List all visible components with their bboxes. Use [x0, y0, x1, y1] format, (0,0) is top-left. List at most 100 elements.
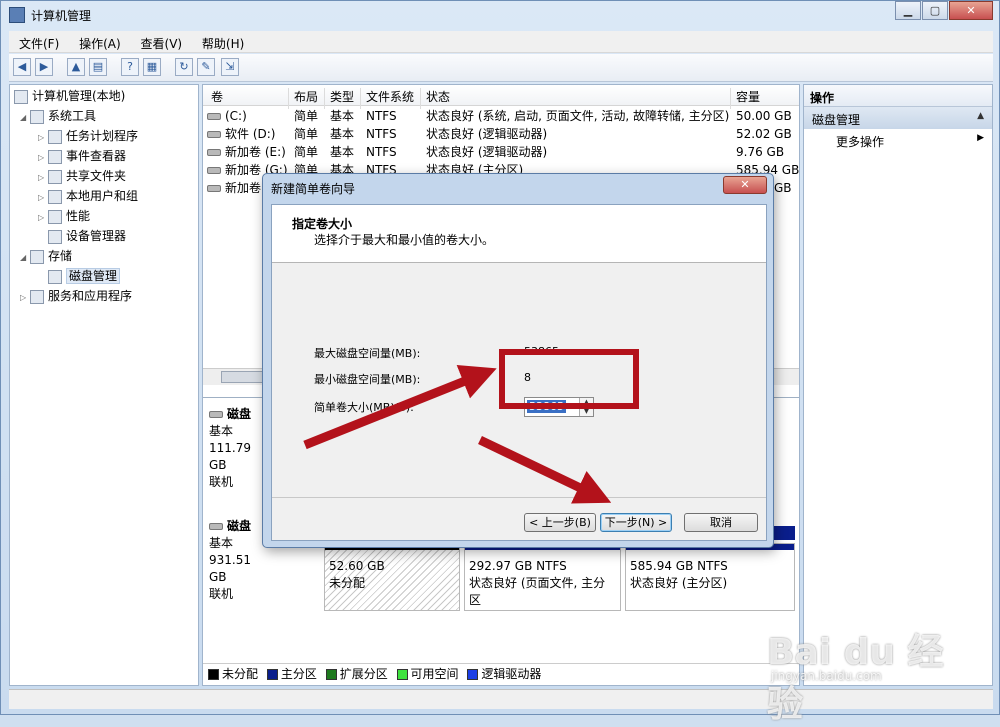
divider [272, 497, 766, 498]
drive-icon [207, 185, 221, 192]
toolbar: ◀ ▶ ▲ ▤ ? ▦ ↻ ✎ ⇲ [9, 54, 993, 82]
back-button[interactable]: < 上一步(B) [524, 513, 596, 532]
col-capacity[interactable]: 容量 [736, 88, 760, 105]
computer-management-icon [9, 7, 25, 23]
actions-header: 操作 [804, 85, 992, 107]
performance-icon [48, 209, 62, 224]
max-size-label: 最大磁盘空间量(MB): [314, 347, 421, 360]
maximize-button[interactable]: ▢ [922, 1, 948, 20]
tree-storage[interactable]: ◢ 存储 [20, 247, 72, 265]
collapse-up-icon[interactable]: ▲ [977, 111, 984, 121]
partition-page-file[interactable]: 292.97 GB NTFS 状态良好 (页面文件, 主分区 [464, 543, 621, 611]
close-button[interactable]: ✕ [949, 1, 993, 20]
storage-icon [30, 249, 44, 264]
wizard-header: 指定卷大小 选择介于最大和最小值的卷大小。 [272, 205, 766, 263]
next-button[interactable]: 下一步(N) > [600, 513, 672, 532]
annotation-highlight-box [499, 349, 639, 409]
drive-icon [207, 149, 221, 156]
wizard-close-button[interactable]: ✕ [723, 176, 767, 194]
tree-device-manager[interactable]: 设备管理器 [48, 227, 126, 245]
partition-primary[interactable]: 585.94 GB NTFS 状态良好 (主分区) [625, 543, 795, 611]
legend-swatch [467, 669, 479, 680]
menu-view[interactable]: 查看(V) [131, 31, 189, 52]
back-icon[interactable]: ◀ [13, 58, 31, 76]
tree-local-users[interactable]: ▷ 本地用户和组 [38, 187, 138, 205]
console-icon[interactable]: ▦ [143, 58, 161, 76]
legend-swatch [208, 669, 219, 680]
table-row[interactable]: 新加卷 (E:) 简单 基本 NTFS 状态良好 (逻辑驱动器) 9.76 GB [203, 143, 799, 161]
menu-help[interactable]: 帮助(H) [192, 31, 250, 52]
properties-icon[interactable]: ✎ [197, 58, 215, 76]
shared-folder-icon [48, 169, 62, 184]
partition-unallocated[interactable]: 52.60 GB 未分配 [324, 543, 460, 611]
tree-shared-folders[interactable]: ▷ 共享文件夹 [38, 167, 126, 185]
expand-arrow-icon[interactable]: ◢ [20, 109, 30, 127]
tree-services[interactable]: ▷ 服务和应用程序 [20, 287, 132, 305]
tree-root[interactable]: 计算机管理(本地) [14, 87, 125, 105]
volume-size-label: 简单卷大小(MB)(S): [314, 401, 414, 414]
col-type[interactable]: 类型 [330, 88, 354, 105]
navigation-tree: 计算机管理(本地) ◢ 系统工具 ▷ 任务计划程序 ▷ 事件查看器 ▷ 共享文件夹 ▷ 本… [9, 84, 199, 686]
title-bar: 计算机管理 ▁ ▢ ✕ [1, 1, 999, 29]
drive-icon [207, 113, 221, 120]
drive-icon [207, 167, 221, 174]
tree-performance[interactable]: ▷ 性能 [38, 207, 90, 225]
collapse-arrow-icon[interactable]: ▷ [38, 209, 48, 227]
event-viewer-icon [48, 149, 62, 164]
legend-swatch [396, 669, 408, 680]
tree-system-tools[interactable]: ◢ 系统工具 [20, 107, 96, 125]
cancel-button[interactable]: 取消 [684, 513, 758, 532]
baidu-watermark: Bai du 经验 jingyan.baidu.com [767, 605, 967, 725]
disk1-info[interactable]: 磁盘 基本 931.51 GB 联机 [209, 518, 263, 603]
col-layout[interactable]: 布局 [294, 88, 318, 105]
device-manager-icon [48, 229, 62, 244]
collapse-arrow-icon[interactable]: ▷ [20, 289, 30, 307]
help-icon[interactable]: ? [121, 58, 139, 76]
users-icon [48, 189, 62, 204]
col-volume[interactable]: 卷 [211, 88, 223, 105]
collapse-arrow-icon[interactable]: ▷ [38, 129, 48, 147]
wizard-title: 新建简单卷向导 [271, 182, 356, 196]
min-size-label: 最小磁盘空间量(MB): [314, 373, 421, 386]
collapse-arrow-icon[interactable]: ▷ [38, 169, 48, 187]
legend-swatch [266, 669, 278, 680]
chevron-right-icon: ▶ [977, 133, 984, 143]
tree-disk-management[interactable]: 磁盘管理 [48, 267, 121, 285]
col-filesystem[interactable]: 文件系统 [366, 88, 414, 105]
legend: 未分配 主分区 扩展分区 可用空间 逻辑驱动器 [203, 663, 799, 683]
menu-action[interactable]: 操作(A) [69, 31, 127, 52]
services-icon [30, 289, 44, 304]
disk-icon [209, 523, 223, 530]
menu-bar: 文件(F) 操作(A) 查看(V) 帮助(H) [9, 31, 993, 53]
collapse-arrow-icon[interactable]: ▷ [38, 189, 48, 207]
computer-icon [14, 89, 28, 104]
table-row[interactable]: (C:) 简单 基本 NTFS 状态良好 (系统, 启动, 页面文件, 活动, … [203, 107, 799, 125]
wizard-subheading: 选择介于最大和最小值的卷大小。 [314, 233, 495, 247]
tree-event-viewer[interactable]: ▷ 事件查看器 [38, 147, 126, 165]
table-row[interactable]: 软件 (D:) 简单 基本 NTFS 状态良好 (逻辑驱动器) 52.02 GB [203, 125, 799, 143]
expand-arrow-icon[interactable]: ◢ [20, 249, 30, 267]
actions-section-disk-management[interactable]: 磁盘管理 ▲ [804, 107, 992, 129]
minimize-button[interactable]: ▁ [895, 1, 921, 20]
refresh-icon[interactable]: ↻ [175, 58, 193, 76]
collapse-arrow-icon[interactable]: ▷ [38, 149, 48, 167]
col-status[interactable]: 状态 [426, 88, 450, 105]
menu-file[interactable]: 文件(F) [9, 31, 65, 52]
show-hide-tree-icon[interactable]: ▤ [89, 58, 107, 76]
more-actions-item[interactable]: 更多操作 ▶ [804, 129, 992, 154]
up-folder-icon[interactable]: ▲ [67, 58, 85, 76]
clock-icon [48, 129, 62, 144]
export-icon[interactable]: ⇲ [221, 58, 239, 76]
disk0-info[interactable]: 磁盘 基本 111.79 GB 联机 [209, 406, 263, 491]
tree-task-scheduler[interactable]: ▷ 任务计划程序 [38, 127, 138, 145]
actions-pane: 操作 磁盘管理 ▲ 更多操作 ▶ [803, 84, 993, 686]
wizard-heading: 指定卷大小 [292, 217, 353, 231]
volume-list-header: 卷 布局 类型 文件系统 状态 容量 [203, 85, 799, 109]
window-title: 计算机管理 [31, 9, 92, 23]
drive-icon [207, 131, 221, 138]
disk-management-icon [48, 269, 62, 284]
watermark-url: jingyan.baidu.com [771, 669, 882, 683]
legend-swatch [325, 669, 337, 680]
forward-icon[interactable]: ▶ [35, 58, 53, 76]
disk-icon [209, 411, 223, 418]
